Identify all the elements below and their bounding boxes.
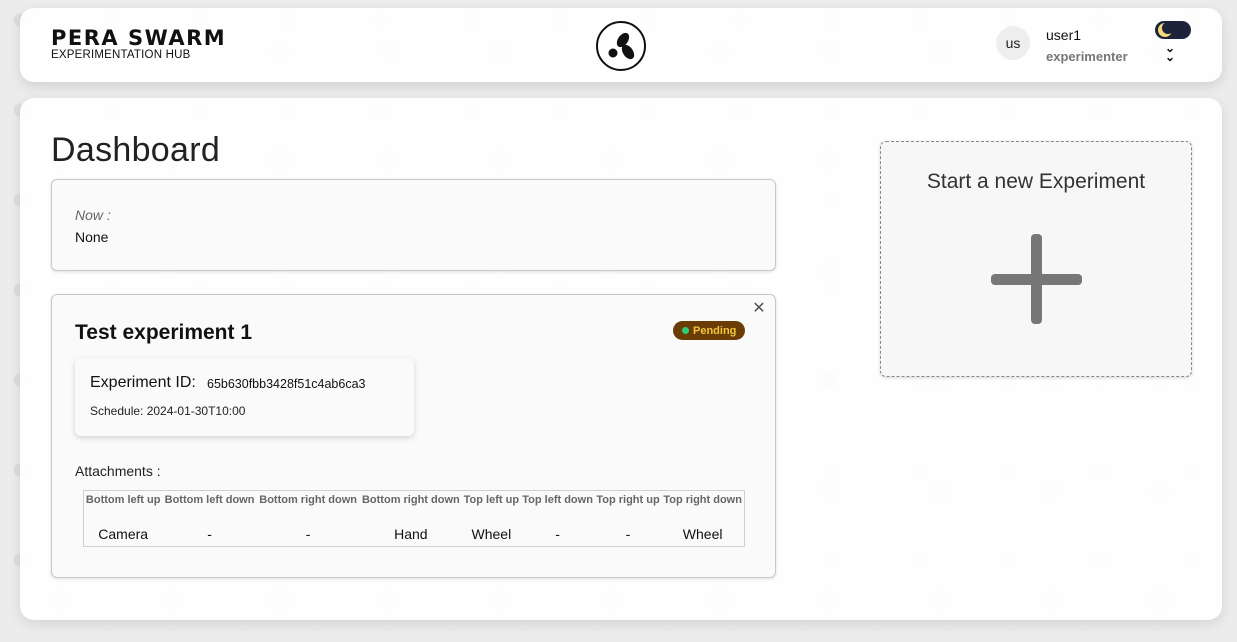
theme-toggle[interactable] <box>1155 21 1191 39</box>
now-card: Now : None <box>51 179 776 271</box>
table-row: Camera - - Hand Wheel - - Wheel <box>84 526 745 547</box>
chevron-down-icon[interactable]: ⌄ ⌄ <box>1165 42 1175 63</box>
user-name: user1 <box>1046 27 1082 43</box>
experiment-id-card: Experiment ID: 65b630fbb3428f51c4ab6ca3 … <box>75 358 414 436</box>
table-header: Top left down <box>522 494 593 506</box>
attachments-label: Attachments : <box>75 463 161 479</box>
moon-icon <box>1158 22 1174 37</box>
table-cell: - <box>555 526 560 542</box>
now-value: None <box>75 229 109 245</box>
user-role: experimenter <box>1046 49 1128 64</box>
plus-icon <box>991 234 1083 326</box>
experiment-id-value: 65b630fbb3428f51c4ab6ca3 <box>207 377 366 391</box>
table-cell: - <box>207 526 212 542</box>
status-badge: Pending <box>673 321 745 340</box>
experiment-card[interactable]: ✕ Test experiment 1 Pending Experiment I… <box>51 294 776 578</box>
table-header: Top right up <box>596 494 660 506</box>
table-cell: Hand <box>394 526 428 542</box>
table-header: Bottom right down <box>259 494 358 506</box>
main-panel: Dashboard Now : None ✕ Test experiment 1… <box>20 98 1222 620</box>
table-cell: Camera <box>98 526 149 542</box>
table-header: Top left up <box>463 494 520 506</box>
brand[interactable]: PERA SWARM EXPERIMENTATION HUB <box>51 26 227 62</box>
table-cell: - <box>625 526 631 542</box>
table-header: Bottom left down <box>164 494 255 506</box>
table-header: Bottom left up <box>85 494 161 506</box>
table-cell: Wheel <box>471 526 512 542</box>
avatar[interactable]: us <box>996 26 1030 60</box>
table-header: Bottom right down <box>361 494 460 506</box>
close-icon[interactable]: ✕ <box>750 300 768 318</box>
swarm-logo-icon[interactable] <box>596 21 646 71</box>
status-dot-icon <box>682 327 689 334</box>
table-cell: - <box>305 526 311 542</box>
app-header: PERA SWARM EXPERIMENTATION HUB us user1 … <box>20 8 1222 82</box>
table-cell: Wheel <box>682 526 723 542</box>
table-header-row: Bottom left up Bottom left down Bottom r… <box>84 491 745 527</box>
experiment-schedule: Schedule: 2024-01-30T10:00 <box>90 404 246 418</box>
experiment-title: Test experiment 1 <box>75 321 253 344</box>
attachments-table: Bottom left up Bottom left down Bottom r… <box>83 490 745 547</box>
experiment-id-label: Experiment ID: <box>90 374 196 391</box>
page-title: Dashboard <box>51 131 221 169</box>
brand-title: PERA SWARM <box>51 26 227 50</box>
status-text: Pending <box>693 324 737 337</box>
start-new-experiment-button[interactable]: Start a new Experiment <box>880 141 1192 377</box>
brand-subtitle: EXPERIMENTATION HUB <box>51 49 191 61</box>
new-experiment-title: Start a new Experiment <box>926 170 1146 193</box>
now-label: Now : <box>75 207 111 223</box>
table-header: Top right down <box>663 494 742 506</box>
